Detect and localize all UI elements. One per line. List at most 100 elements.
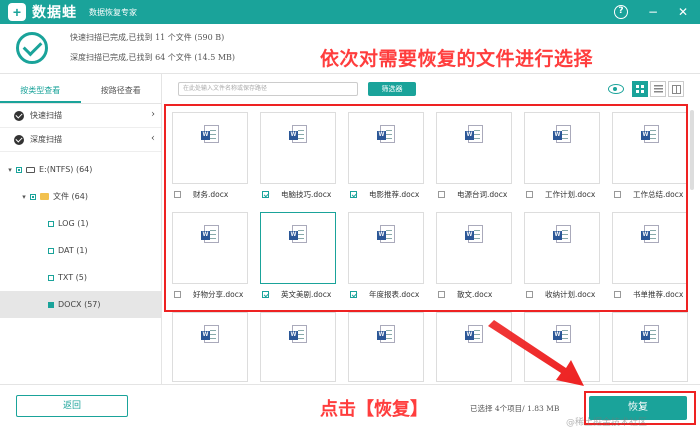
word-document-icon: W	[641, 125, 659, 143]
scan-complete-check-icon	[16, 32, 48, 64]
file-name-row[interactable]: 好物分享.docx	[174, 288, 243, 300]
tab-by-path[interactable]: 按路径查看	[81, 74, 162, 103]
word-document-icon: W	[289, 325, 307, 343]
deep-scan-status: 深度扫描已完成,已找到 64 个文件 (14.5 MB)	[70, 53, 236, 62]
tree-checkbox[interactable]	[30, 193, 36, 200]
file-checkbox[interactable]	[526, 190, 533, 198]
help-button[interactable]: ?	[614, 3, 632, 21]
file-tile[interactable]: W	[260, 212, 336, 284]
column-view-button[interactable]	[668, 81, 684, 97]
word-document-icon: W	[553, 325, 571, 343]
file-tile[interactable]: W	[172, 112, 248, 184]
scan-mode-label: 深度扫描	[30, 135, 62, 144]
file-name-row[interactable]: 电影推荐.docx	[350, 188, 419, 200]
file-checkbox[interactable]	[262, 190, 269, 198]
word-letter: W	[377, 231, 386, 240]
file-tile[interactable]: W	[436, 312, 512, 382]
word-document-icon: W	[641, 225, 659, 243]
filter-button[interactable]: 筛选器	[368, 82, 416, 96]
file-checkbox[interactable]	[350, 290, 357, 298]
caret-down-icon[interactable]: ▾	[18, 193, 30, 201]
preview-eye-icon[interactable]	[608, 84, 624, 94]
file-name: 电源台词.docx	[457, 189, 508, 199]
file-name-row[interactable]: 工作计划.docx	[526, 188, 595, 200]
grid-view-button[interactable]	[632, 81, 648, 97]
quick-scan-status: 快速扫描已完成,已找到 11 个文件 (590 B)	[70, 33, 225, 42]
back-button[interactable]: 返回	[16, 395, 128, 417]
file-tile[interactable]: W	[260, 312, 336, 382]
tree-checkbox[interactable]	[16, 166, 22, 173]
file-tile[interactable]: W	[612, 212, 688, 284]
file-tile[interactable]: W	[172, 312, 248, 382]
list-view-button[interactable]	[650, 81, 666, 97]
word-letter: W	[289, 331, 298, 340]
folder-icon	[40, 193, 49, 200]
search-input[interactable]: 在此处输入文件名称或保存路径	[178, 82, 358, 96]
close-button[interactable]: ✕	[674, 3, 692, 21]
file-checkbox[interactable]	[614, 190, 621, 198]
file-tile[interactable]: W	[436, 212, 512, 284]
tree-item-label: DOCX (57)	[58, 300, 101, 309]
file-tile[interactable]: W	[348, 312, 424, 382]
file-tile[interactable]: W	[524, 312, 600, 382]
file-checkbox[interactable]	[174, 190, 181, 198]
word-letter: W	[641, 231, 650, 240]
drive-icon	[26, 166, 35, 173]
file-tile[interactable]: W	[348, 212, 424, 284]
file-name-row[interactable]: 财务.docx	[174, 188, 228, 200]
file-name: 电脑技巧.docx	[281, 189, 332, 199]
file-name-row[interactable]: 英文美剧.docx	[262, 288, 331, 300]
file-name-row[interactable]: 电脑技巧.docx	[262, 188, 331, 200]
tree-checkbox[interactable]	[48, 220, 54, 227]
word-document-icon: W	[553, 225, 571, 243]
tab-by-type[interactable]: 按类型查看	[0, 74, 81, 103]
file-tile[interactable]: W	[436, 112, 512, 184]
file-name: 散文.docx	[457, 289, 493, 299]
tree-item-folder[interactable]: ▾ 文件 (64)	[0, 183, 161, 210]
file-name: 英文美剧.docx	[281, 289, 332, 299]
file-checkbox[interactable]	[262, 290, 269, 298]
tree-item-dat[interactable]: DAT (1)	[0, 237, 161, 264]
tree-item-label: 文件 (64)	[53, 192, 88, 201]
file-tile[interactable]: W	[612, 112, 688, 184]
file-checkbox[interactable]	[614, 290, 621, 298]
file-tile[interactable]: W	[260, 112, 336, 184]
grid-scrollbar[interactable]	[690, 110, 694, 190]
tree-checkbox[interactable]	[48, 247, 54, 254]
tree-item-label: DAT (1)	[58, 246, 88, 255]
file-name-row[interactable]: 工作总结.docx	[614, 188, 683, 200]
scan-mode-deep[interactable]: 深度扫描 ‹	[0, 128, 161, 152]
file-name-row[interactable]: 书单推荐.docx	[614, 288, 683, 300]
file-checkbox[interactable]	[174, 290, 181, 298]
file-checkbox[interactable]	[438, 190, 445, 198]
file-checkbox[interactable]	[438, 290, 445, 298]
tree-item-log[interactable]: LOG (1)	[0, 210, 161, 237]
file-tile[interactable]: W	[348, 112, 424, 184]
file-tile[interactable]: W	[172, 212, 248, 284]
tree-item-txt[interactable]: TXT (5)	[0, 264, 161, 291]
file-tile[interactable]: W	[524, 112, 600, 184]
file-tile[interactable]: W	[612, 312, 688, 382]
file-name-row[interactable]: 散文.docx	[438, 288, 492, 300]
file-checkbox[interactable]	[526, 290, 533, 298]
file-name-row[interactable]: 电源台词.docx	[438, 188, 507, 200]
word-letter: W	[201, 231, 210, 240]
chevron-left-icon: ‹	[151, 133, 155, 144]
scan-mode-quick[interactable]: 快速扫描 ›	[0, 104, 161, 128]
tree-item-drive[interactable]: ▾ E:(NTFS) (64)	[0, 156, 161, 183]
caret-down-icon[interactable]: ▾	[4, 166, 16, 174]
file-name-row[interactable]: 收纳计划.docx	[526, 288, 595, 300]
file-checkbox[interactable]	[350, 190, 357, 198]
checked-circle-icon	[14, 134, 24, 145]
tree-checkbox[interactable]	[48, 301, 54, 308]
word-letter: W	[465, 231, 474, 240]
tree-item-docx[interactable]: DOCX (57)	[0, 291, 161, 318]
file-name: 工作计划.docx	[545, 189, 596, 199]
file-name-row[interactable]: 年度报表.docx	[350, 288, 419, 300]
word-document-icon: W	[201, 325, 219, 343]
word-letter: W	[201, 331, 210, 340]
tree-checkbox[interactable]	[48, 274, 54, 281]
minimize-button[interactable]: −	[644, 3, 662, 21]
selection-info: 已选择 4个项目/ 1.83 MB	[470, 404, 560, 413]
file-tile[interactable]: W	[524, 212, 600, 284]
